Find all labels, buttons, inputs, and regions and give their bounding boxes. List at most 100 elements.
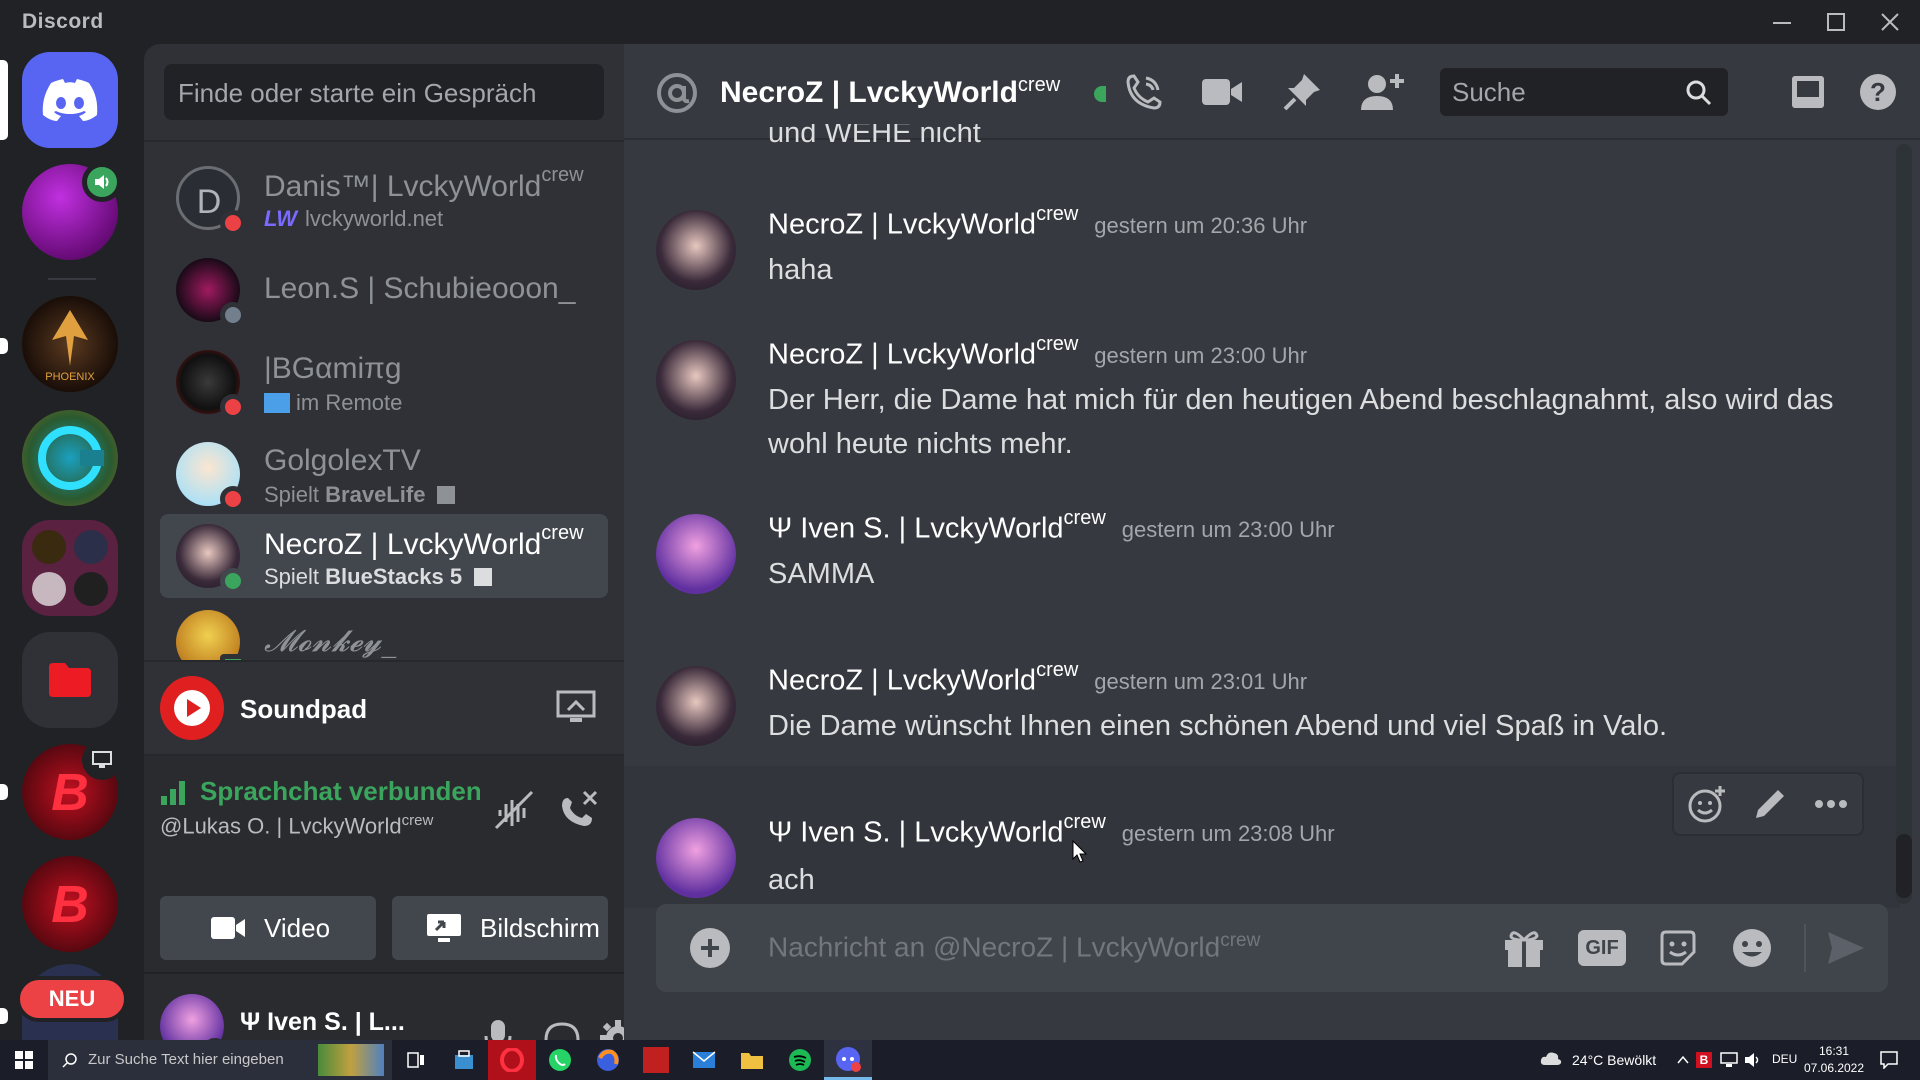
svg-text:B: B [51,764,89,822]
message-avatar[interactable] [656,210,736,290]
chat-search-input[interactable]: Suche [1440,68,1728,116]
emoji-button[interactable] [1726,922,1778,974]
message-timestamp: gestern um 23:00 Uhr [1094,343,1308,368]
add-friend-to-dm-button[interactable] [1358,68,1406,116]
message-author[interactable]: Ψ Iven S. | LvckyWorldcrew gestern um 23:… [768,811,1335,850]
chat-scrollbar-track[interactable] [1896,144,1912,904]
spotify-icon [789,1049,811,1071]
online-status-icon [1094,86,1106,102]
close-button[interactable] [1868,6,1912,38]
unread-indicator [0,338,8,354]
pinned-messages-button[interactable] [1278,68,1326,116]
voice-channel-name[interactable]: @Lukas O. | LvckyWorldcrew [160,812,433,839]
dm-item-golgolex[interactable]: GolgolexTV Spielt BraveLife [160,432,608,516]
taskbar-app-store[interactable] [440,1040,488,1080]
video-button[interactable]: Video [160,896,376,960]
taskbar-opera[interactable] [488,1040,536,1080]
selected-indicator [0,60,8,140]
message-timestamp: gestern um 20:36 Uhr [1094,213,1308,238]
add-reaction-icon[interactable] [1687,784,1727,824]
task-view-button[interactable] [392,1040,440,1080]
edit-pencil-icon[interactable] [1752,786,1788,822]
disconnect-icon [562,790,598,826]
message-input-placeholder[interactable]: Nachricht an @NecroZ | LvckyWorldcrew [768,930,1260,963]
send-button[interactable] [1820,922,1872,974]
weather-status[interactable]: 24°C Bewölkt [1572,1052,1656,1068]
dm-status-text: Spielt BraveLife [264,482,456,508]
phoenix-icon: PHOENIX [45,310,95,383]
message-author[interactable]: NecroZ | LvckyWorldcrew gestern um 20:36 … [768,203,1308,242]
start-button[interactable] [0,1040,48,1080]
sidebar-divider [144,140,624,142]
chat-scrollbar-thumb[interactable] [1896,834,1912,898]
folder-icon [741,1053,763,1069]
voice-call-button[interactable] [1118,68,1166,116]
minimize-button[interactable] [1760,6,1804,38]
server-icon-phoenix[interactable]: PHOENIX [22,296,118,392]
screen-share-button[interactable]: Bildschirm [392,896,608,960]
windows-taskbar: Zur Suche Text hier eingeben 24°C Bewölk… [0,1040,1920,1080]
message-author[interactable]: NecroZ | LvckyWorldcrew gestern um 23:01 … [768,659,1307,698]
notification-center-icon[interactable] [1880,1051,1898,1069]
home-button[interactable] [22,52,118,148]
tray-b-icon[interactable]: B [1696,1052,1712,1068]
server-folder[interactable] [22,520,118,616]
message-author[interactable]: Ψ Iven S. | LvckyWorldcrew gestern um 23:… [768,507,1335,546]
message-avatar[interactable] [656,666,736,746]
message-avatar[interactable] [656,514,736,594]
video-call-button[interactable] [1198,68,1246,116]
message-composer[interactable]: Nachricht an @NecroZ | LvckyWorldcrew GI… [656,904,1888,992]
store-icon [455,1050,473,1069]
dm-item-bgaming[interactable]: |BGαmiπg im Remote [160,340,608,424]
taskbar-spotify[interactable] [776,1040,824,1080]
taskbar-file-explorer[interactable] [728,1040,776,1080]
folder-red[interactable] [22,632,118,728]
soundpad-label: Soundpad [240,694,368,724]
message-text: Der Herr, die Dame hat mich für den heut… [768,384,1834,460]
search-icon [1686,80,1712,106]
taskbar-mail[interactable] [680,1040,728,1080]
composer-divider [1804,924,1806,972]
taskbar-firefox[interactable] [584,1040,632,1080]
message-timestamp: gestern um 23:08 Uhr [1121,821,1335,846]
video-camera-icon [1202,79,1242,105]
upload-button[interactable] [690,928,730,968]
message-avatar[interactable] [656,340,736,420]
server-icon-c[interactable] [22,410,118,506]
network-icon[interactable] [1720,1052,1738,1068]
voice-connected-status[interactable]: Sprachchat verbunden [200,776,480,807]
dm-status-text: im Remote [264,390,402,416]
inbox-button[interactable] [1784,68,1832,116]
dm-item-necroz[interactable]: NecroZ | LvckyWorldcrew Spielt BlueStack… [160,514,608,598]
disconnect-button[interactable] [554,784,602,832]
gif-button[interactable]: GIF [1576,922,1628,974]
message-author[interactable]: NecroZ | LvckyWorldcrew gestern um 23:00 … [768,333,1308,372]
phone-call-icon [1126,74,1162,110]
server-icon-b2[interactable]: B [22,856,118,952]
volume-icon[interactable] [1744,1052,1762,1068]
taskbar-discord[interactable] [824,1040,872,1080]
taskbar-whatsapp[interactable] [536,1040,584,1080]
find-conversation-input[interactable]: Finde oder starte ein Gespräch [164,64,604,120]
more-options-icon[interactable] [1813,798,1849,810]
voice-active-badge [82,162,122,202]
taskbar-clock[interactable]: 16:31 07.06.2022 [1800,1043,1868,1077]
chevron-up-icon[interactable] [1676,1053,1690,1067]
dm-item-leon[interactable]: Leon.S | Schubieooon_ [160,248,608,332]
server-rail: PHOENIX B B NEU [0,44,144,1040]
dm-item-monkey[interactable]: 𝓜𝓸𝓷𝓴𝓮𝔂_ [160,600,608,660]
new-badge[interactable]: NEU [16,976,128,1022]
screen-settings-icon[interactable] [556,690,596,731]
dm-item-danis[interactable]: D Danis™| LvckyWorldcrew LW lvckyworld.ne… [160,156,608,240]
dm-name: Danis™| LvckyWorldcrew [264,164,584,203]
gift-button[interactable] [1498,922,1550,974]
sticker-button[interactable] [1652,922,1704,974]
language-indicator[interactable]: DEU [1772,1052,1797,1066]
message-avatar[interactable] [656,818,736,898]
opera-icon [500,1048,524,1072]
camera-icon [211,917,245,939]
maximize-button[interactable] [1814,6,1858,38]
help-button[interactable]: ? [1854,68,1902,116]
taskbar-weather-app[interactable] [632,1040,680,1080]
noise-suppression-button[interactable] [490,784,538,832]
